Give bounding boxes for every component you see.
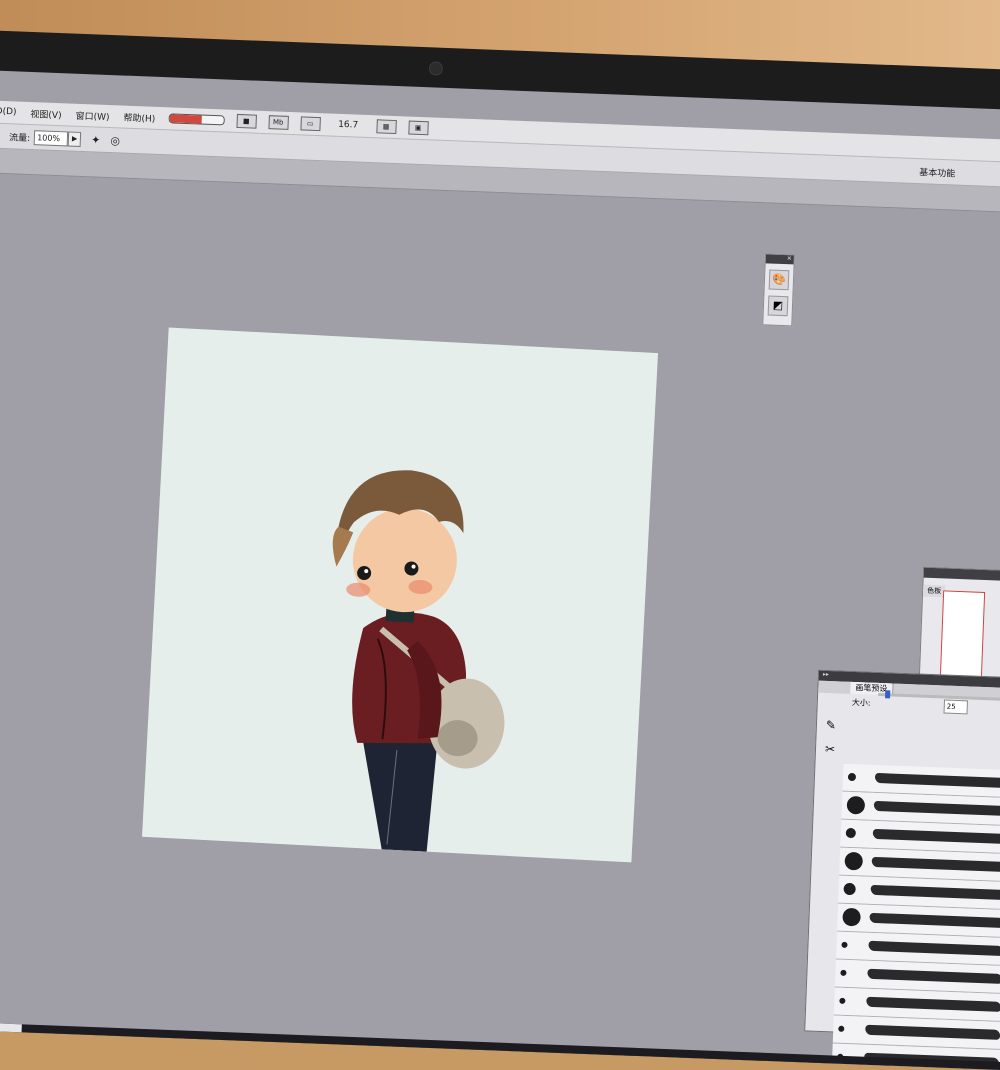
brush-stroke-preview <box>870 884 1000 901</box>
zoom-level[interactable]: 16.7 <box>326 119 370 131</box>
brush-presets-panel: ▸▸ 画笔预设 大小: 25 ✎ ✂ <box>804 669 1000 1070</box>
screen: 3D(D) 视图(V) 窗口(W) 帮助(H) ■ Mb ▭ 16.7 ▦ ▣ … <box>0 69 1000 1070</box>
workspace-switcher[interactable]: 基本功能 <box>919 165 955 179</box>
flow-input[interactable]: 100% <box>33 129 69 146</box>
mini-bridge-button[interactable]: Mb <box>267 115 289 130</box>
lenovo-icon[interactable]: L <box>134 1037 166 1069</box>
brush-panel-toggle-icon[interactable]: ✎ <box>821 715 842 736</box>
size-input[interactable]: 25 <box>943 699 968 715</box>
edge-icon[interactable]: e <box>326 1045 357 1070</box>
monitor-bezel: 3D(D) 视图(V) 窗口(W) 帮助(H) ■ Mb ▭ 16.7 ▦ ▣ … <box>0 30 1000 1070</box>
brush-stroke-preview <box>874 772 1000 789</box>
flow-label: 流量: <box>8 132 31 144</box>
brush-tip-icon <box>841 941 848 948</box>
chevron-up-icon[interactable]: ⌃ <box>750 1066 761 1070</box>
face-shape <box>352 508 457 613</box>
floating-tool-panel: ✕ 🎨 ◩ <box>762 253 795 327</box>
chibi-illustration <box>332 470 505 852</box>
task-view-icon[interactable]: ⧉ <box>86 1036 117 1067</box>
webcam-icon <box>428 61 444 76</box>
taskbar-glare <box>0 1021 22 1070</box>
menu-window[interactable]: 窗口(W) <box>68 108 116 123</box>
flow-dropdown-arrow[interactable]: ▶ <box>67 130 82 147</box>
brush-tip-icon <box>846 795 866 815</box>
store-icon[interactable]: ▦ <box>182 1039 214 1070</box>
airbrush-icon[interactable]: ✦ <box>91 133 101 146</box>
brush-tip-icon <box>842 907 861 927</box>
brush-tip-icon <box>840 969 847 976</box>
photoshop-icon[interactable]: Ps <box>374 1045 408 1070</box>
bridge-button[interactable]: ■ <box>235 113 257 129</box>
document-canvas[interactable] <box>142 327 659 863</box>
brush-stroke-preview <box>872 828 1000 845</box>
menu-help[interactable]: 帮助(H) <box>116 110 162 125</box>
system-tray: ⌃ ▭ ⊕ 🔈 ✒ <box>750 1066 872 1070</box>
brush-stroke-preview <box>868 940 1000 956</box>
menu-view[interactable]: 视图(V) <box>23 106 69 121</box>
brush-tip-icon <box>843 882 856 896</box>
brush-tip-icon <box>844 851 864 871</box>
tablet-pressure-icon[interactable]: ◎ <box>110 134 120 147</box>
screen-mode-button[interactable]: ▣ <box>407 120 429 136</box>
brush-preset-list <box>831 763 1000 1070</box>
progress-bar <box>168 113 225 126</box>
panel-header[interactable] <box>923 567 1000 582</box>
brush-stroke-preview <box>869 912 1000 928</box>
folder-icon[interactable]: ▬ <box>230 1041 262 1070</box>
ie-icon[interactable]: e <box>278 1043 309 1070</box>
palette-icon[interactable]: 🎨 <box>768 269 790 291</box>
brush-stroke-preview <box>867 968 1000 984</box>
brush-stroke-preview <box>866 996 1000 1012</box>
arrange-documents-button[interactable]: ▦ <box>375 119 397 135</box>
tools-icon[interactable]: ✂ <box>820 739 841 760</box>
swatch-preview[interactable] <box>939 590 986 684</box>
view-extras-button[interactable]: ▭ <box>299 116 321 132</box>
brush-tip-icon <box>838 1025 845 1032</box>
brush-stroke-preview <box>873 800 1000 817</box>
brush-tip-icon <box>847 772 857 782</box>
search-icon[interactable] <box>46 1038 70 1062</box>
brush-tip-icon <box>839 997 846 1004</box>
menu-3d[interactable]: 3D(D) <box>0 106 24 118</box>
brush-stroke-preview <box>871 856 1000 873</box>
progress-fill <box>169 114 202 124</box>
clone-source-icon[interactable]: ◩ <box>767 295 789 317</box>
panel-collapse-icon[interactable]: ✕ <box>765 254 794 265</box>
pants-shape <box>362 738 438 852</box>
brush-tip-icon <box>845 827 857 839</box>
size-label: 大小: <box>851 697 871 708</box>
brush-stroke-preview <box>865 1024 1000 1040</box>
size-slider-knob[interactable] <box>884 690 890 699</box>
